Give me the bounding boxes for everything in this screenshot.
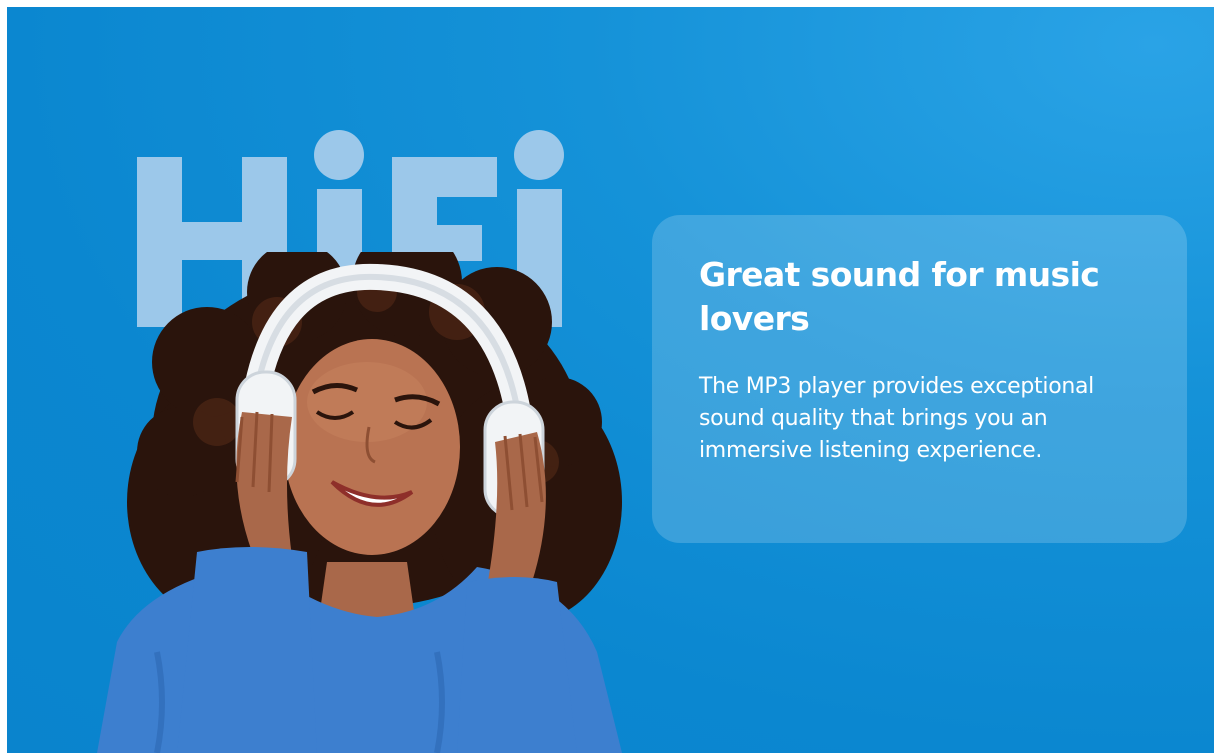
feature-card: Great sound for music lovers The MP3 pla… — [652, 215, 1187, 543]
card-description: The MP3 player provides exceptional soun… — [699, 374, 1094, 463]
hero-banner: Great sound for music lovers The MP3 pla… — [7, 7, 1214, 753]
woman-with-headphones-icon — [97, 252, 622, 753]
woman-with-headphones-image — [77, 252, 637, 753]
card-title: Great sound for music lovers — [699, 255, 1100, 338]
